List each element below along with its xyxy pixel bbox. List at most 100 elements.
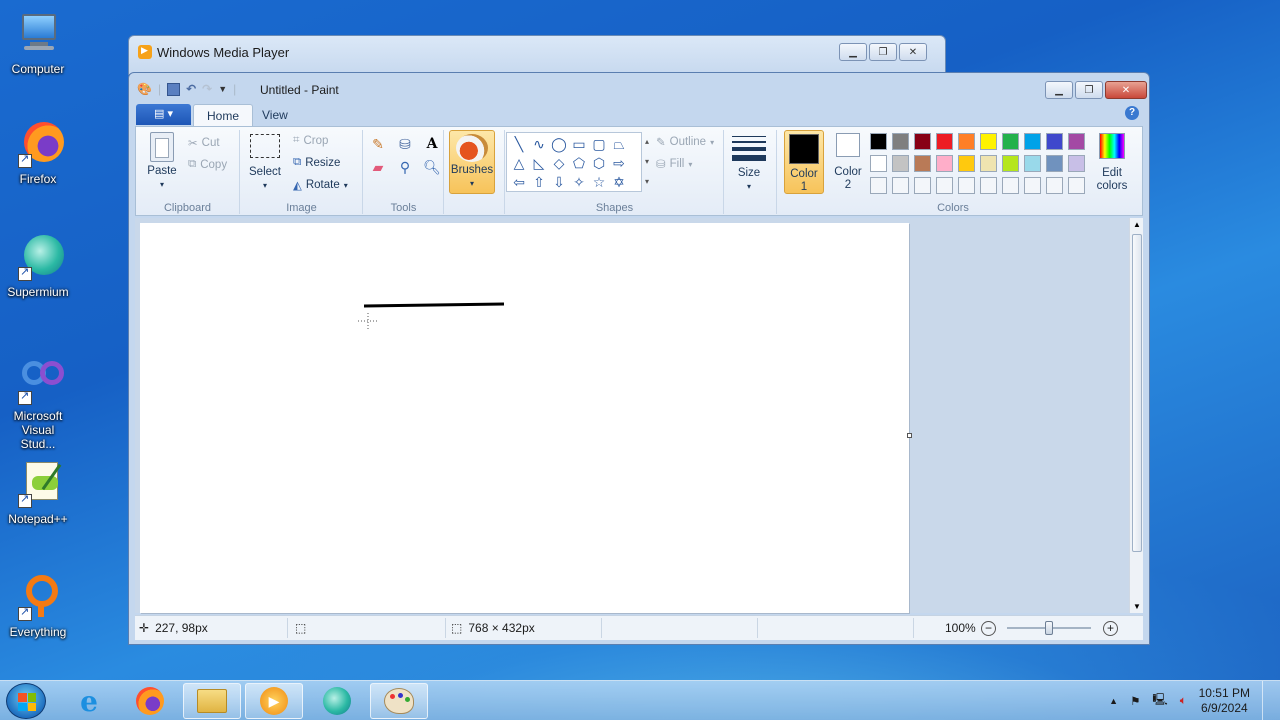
palette-swatch[interactable]	[1024, 133, 1041, 150]
palette-swatch[interactable]	[892, 155, 909, 172]
paste-button[interactable]: Paste ▾	[144, 132, 180, 191]
color-picker-icon[interactable]: ⚲	[395, 157, 415, 177]
help-icon[interactable]: ?	[1125, 106, 1139, 120]
pencil-icon[interactable]: ✎	[368, 134, 388, 154]
palette-swatch[interactable]	[1002, 155, 1019, 172]
right-triangle-shape-icon[interactable]: ◺	[529, 154, 549, 173]
triangle-shape-icon[interactable]: △	[509, 154, 529, 173]
brushes-button[interactable]: Brushes ▾	[449, 130, 495, 194]
shapes-gallery[interactable]: ╲ ∿ ◯ ▭ ▢ ⏢ △ ◺ ◇ ⬠ ⬡ ⇨ ⇦ ⇧ ⇩ ✧ ☆ ✡	[506, 132, 642, 192]
crop-button[interactable]: ⌗ Crop	[293, 134, 328, 147]
line-shape-icon[interactable]: ╲	[509, 135, 529, 154]
custom-color-slot[interactable]	[958, 177, 975, 194]
custom-color-slot[interactable]	[1046, 177, 1063, 194]
scroll-down-arrow-icon[interactable]: ▼	[1133, 602, 1141, 611]
palette-swatch[interactable]	[870, 133, 887, 150]
cut-button[interactable]: ✂ Cut	[188, 136, 220, 150]
scroll-up-arrow-icon[interactable]: ▲	[1133, 220, 1141, 229]
custom-color-slot[interactable]	[892, 177, 909, 194]
title-bar[interactable]: 🎨 | ↶ ↷ ▼ | Untitled - Paint ▁ ❐ ✕	[129, 73, 1149, 101]
palette-swatch[interactable]	[1046, 155, 1063, 172]
desktop-icon-supermium[interactable]: Supermium	[2, 233, 74, 299]
paint-window[interactable]: 🎨 | ↶ ↷ ▼ | Untitled - Paint ▁ ❐ ✕ ▤ ▾ H…	[128, 72, 1150, 645]
taskbar-file-explorer[interactable]	[183, 683, 241, 719]
taskbar-supermium[interactable]	[308, 683, 366, 719]
tab-home[interactable]: Home	[193, 104, 254, 126]
text-tool-icon[interactable]: A	[422, 134, 442, 154]
custom-color-slot[interactable]	[1024, 177, 1041, 194]
start-button[interactable]	[6, 683, 46, 719]
palette-swatch[interactable]	[980, 155, 997, 172]
zoom-slider[interactable]	[1007, 621, 1091, 635]
palette-swatch[interactable]	[914, 155, 931, 172]
edit-colors-button[interactable]: Edit colors	[1090, 133, 1134, 193]
minimize-button[interactable]: ▁	[1045, 81, 1073, 99]
palette-swatch[interactable]	[1068, 133, 1085, 150]
zoom-in-button[interactable]: +	[1103, 621, 1118, 636]
custom-color-slot[interactable]	[936, 177, 953, 194]
select-button[interactable]: Select ▾	[247, 132, 283, 192]
hexagon-shape-icon[interactable]: ⬡	[589, 154, 609, 173]
network-icon[interactable]: 🖳︎	[1152, 692, 1167, 711]
curve-shape-icon[interactable]: ∿	[529, 135, 549, 154]
show-desktop-button[interactable]	[1262, 681, 1272, 720]
paint-app-icon[interactable]: 🎨	[137, 82, 152, 96]
volume-muted-icon[interactable]: 🔈︎	[1180, 695, 1187, 708]
color2-button[interactable]: Color 2	[828, 133, 868, 192]
fill-bucket-icon[interactable]: ⛁	[395, 134, 415, 154]
six-point-star-icon[interactable]: ✡	[609, 173, 629, 192]
zoom-out-button[interactable]: −	[981, 621, 996, 636]
taskbar-windows-media-player[interactable]: ▶	[245, 683, 303, 719]
canvas-resize-handle[interactable]	[907, 433, 912, 438]
drawing-canvas[interactable]	[140, 223, 909, 613]
diamond-shape-icon[interactable]: ◇	[549, 154, 569, 173]
desktop-icon-notepadpp[interactable]: Notepad++	[2, 460, 74, 526]
clock[interactable]: 10:51 PM 6/9/2024	[1199, 686, 1250, 716]
save-icon[interactable]	[167, 82, 181, 96]
desktop-icon-computer[interactable]: Computer	[2, 10, 74, 76]
four-point-star-icon[interactable]: ✧	[569, 173, 589, 192]
palette-swatch[interactable]	[892, 133, 909, 150]
custom-color-slot[interactable]	[1068, 177, 1085, 194]
palette-swatch[interactable]	[1068, 155, 1085, 172]
down-arrow-shape-icon[interactable]: ⇩	[549, 173, 569, 192]
left-arrow-shape-icon[interactable]: ⇦	[509, 173, 529, 192]
right-arrow-shape-icon[interactable]: ⇨	[609, 154, 629, 173]
scrollbar-thumb[interactable]	[1132, 234, 1142, 552]
up-arrow-shape-icon[interactable]: ⇧	[529, 173, 549, 192]
file-menu-button[interactable]: ▤ ▾	[136, 104, 191, 125]
taskbar-internet-explorer[interactable]: e	[60, 683, 118, 719]
custom-color-slot[interactable]	[914, 177, 931, 194]
canvas-workspace[interactable]	[135, 218, 1135, 613]
minimize-button[interactable]: ▁	[839, 43, 867, 61]
tab-view[interactable]: View	[249, 104, 301, 126]
rounded-rectangle-shape-icon[interactable]: ▢	[589, 135, 609, 154]
palette-swatch[interactable]	[958, 133, 975, 150]
rotate-button[interactable]: ◭ Rotate ▾	[293, 178, 348, 192]
color1-button[interactable]: Color 1	[784, 130, 824, 194]
palette-swatch[interactable]	[1046, 133, 1063, 150]
undo-icon[interactable]: ↶	[186, 82, 196, 96]
palette-swatch[interactable]	[870, 155, 887, 172]
close-button[interactable]: ✕	[1105, 81, 1147, 99]
desktop-icon-visual-studio[interactable]: Microsoft Visual Stud...	[2, 357, 74, 451]
pentagon-shape-icon[interactable]: ⬠	[569, 154, 589, 173]
custom-color-slot[interactable]	[980, 177, 997, 194]
windows-media-player-window[interactable]: Windows Media Player ▁ ❐ ✕	[128, 35, 946, 75]
rectangle-shape-icon[interactable]: ▭	[569, 135, 589, 154]
custom-color-slot[interactable]	[870, 177, 887, 194]
polygon-shape-icon[interactable]: ⏢	[609, 135, 629, 154]
taskbar-firefox[interactable]	[121, 683, 179, 719]
fill-button[interactable]: ⛁ Fill ▾	[656, 157, 692, 171]
palette-swatch[interactable]	[1002, 133, 1019, 150]
palette-swatch[interactable]	[980, 133, 997, 150]
eraser-icon[interactable]: ▰	[368, 157, 388, 177]
five-point-star-icon[interactable]: ☆	[589, 173, 609, 192]
resize-button[interactable]: ⧉ Resize	[293, 156, 340, 169]
desktop-icon-everything[interactable]: Everything	[2, 573, 74, 639]
magnifier-icon[interactable]: 🔍︎	[422, 157, 442, 177]
palette-swatch[interactable]	[936, 133, 953, 150]
copy-button[interactable]: ⧉ Copy	[188, 158, 227, 171]
palette-swatch[interactable]	[958, 155, 975, 172]
outline-button[interactable]: ✎ Outline ▾	[656, 135, 714, 149]
